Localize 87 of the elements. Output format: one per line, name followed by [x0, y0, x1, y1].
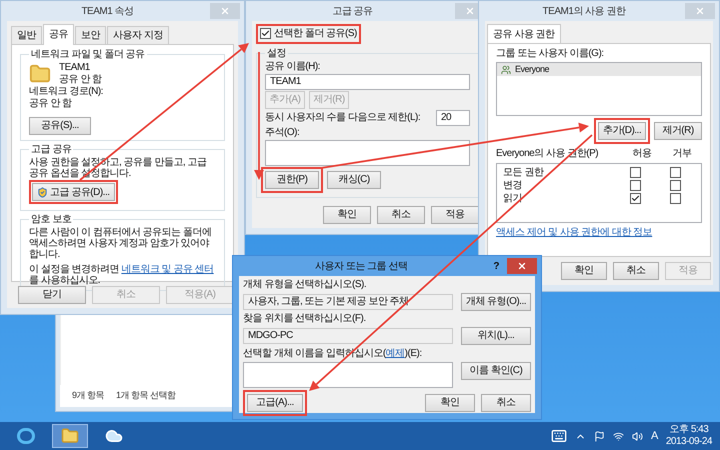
dialog-button[interactable]: 취소: [377, 206, 425, 224]
advanced-button[interactable]: 고급(A)...: [247, 394, 303, 412]
speaker-icon[interactable]: [632, 430, 643, 442]
column-header: 거부: [672, 147, 692, 161]
shield-icon: [37, 186, 48, 198]
advanced-sharing-button[interactable]: 고급 공유(D)...: [32, 183, 114, 201]
share-status: 공유 안 함: [59, 74, 102, 86]
close-icon: [465, 6, 475, 16]
permission-name: 모든 권한: [503, 166, 545, 180]
tab[interactable]: 공유 사용 권한: [487, 24, 561, 44]
checkbox[interactable]: [670, 180, 680, 191]
field-label: 동시 사용자의 수를 다음으로 제한(L):: [265, 112, 420, 124]
checkbox[interactable]: [630, 180, 640, 191]
dialog-button[interactable]: 적용: [431, 206, 479, 224]
tab[interactable]: 사용자 지정: [107, 26, 169, 44]
comment-field[interactable]: [265, 140, 470, 166]
list-button[interactable]: 제거(R): [654, 122, 702, 140]
field-label: 공유 이름(H):: [265, 61, 321, 73]
folder-icon: [61, 427, 79, 445]
dialog-button[interactable]: 확인: [561, 262, 607, 280]
object-names-field[interactable]: [243, 362, 453, 388]
path-value: 공유 안 함: [29, 98, 73, 110]
object-type-field: 사용자, 그룹, 또는 기본 제공 보안 주체: [243, 294, 453, 310]
network-center-link[interactable]: 네트워크 및 공유 센터: [121, 264, 214, 274]
group-heading: 암호 보호: [30, 212, 72, 226]
window-title: 사용자 또는 그룹 선택: [314, 260, 408, 274]
dialog-button[interactable]: 확인: [425, 394, 475, 412]
field-label: 개체 유형을 선택하십시오(S).: [243, 279, 368, 291]
browser-icon: [17, 428, 35, 444]
tab[interactable]: 공유: [43, 24, 74, 45]
group-heading: 설정: [266, 47, 287, 61]
description-text: 다른 사람이 이 컴퓨터에서 공유되는 폴더에 액세스하려면 사용자 계정과 암호가 있어야 합니다.: [29, 226, 212, 260]
check-names-button[interactable]: 이름 확인(C): [461, 362, 531, 380]
dialog-button[interactable]: 취소: [481, 394, 531, 412]
group-heading: 고급 공유: [30, 143, 72, 157]
clock[interactable]: 오후 5:43 2013-09-24: [666, 424, 712, 448]
dialog-button[interactable]: 닫기: [18, 286, 86, 304]
examples-link[interactable]: 예제: [386, 348, 405, 359]
checkbox[interactable]: [630, 167, 640, 178]
close-icon: [695, 6, 705, 16]
dialog-button[interactable]: 확인: [323, 206, 371, 224]
status-text: 1개 항목 선택함: [116, 389, 176, 402]
folder-icon: [29, 63, 51, 85]
close-button[interactable]: [507, 258, 537, 274]
window-title: TEAM1 속성: [80, 4, 135, 18]
field-label: 그룹 또는 사용자 이름(G):: [496, 48, 605, 60]
user-list-item[interactable]: Everyone: [497, 63, 701, 76]
permission-name: 변경: [503, 179, 523, 193]
checkbox[interactable]: [260, 28, 271, 39]
group-heading: 네트워크 파일 및 폴더 공유: [30, 48, 146, 62]
window-title: TEAM1의 사용 권한: [542, 4, 627, 18]
location-field: MDGO-PC: [243, 328, 453, 344]
check-icon: [261, 29, 270, 38]
users-icon: [501, 64, 511, 74]
window-title: 고급 공유: [331, 4, 374, 18]
cloud-icon: [105, 427, 123, 445]
tab[interactable]: 일반: [11, 26, 42, 44]
keyboard-icon[interactable]: [551, 428, 567, 444]
close-icon: [220, 6, 230, 16]
dialog-button[interactable]: 취소: [613, 262, 659, 280]
help-link[interactable]: 액세스 제어 및 사용 권한에 대한 정보: [496, 225, 702, 240]
close-icon: [517, 261, 527, 271]
column-header: 허용: [632, 147, 652, 161]
folder-name: TEAM1: [59, 62, 91, 74]
check-icon: [630, 194, 640, 203]
checkbox[interactable]: [630, 193, 640, 204]
help-button[interactable]: ?: [485, 258, 507, 274]
network-icon[interactable]: [613, 430, 624, 442]
description-text: 이 설정을 변경하려면 네트워크 및 공유 센터 를 사용하십시오.: [29, 264, 215, 286]
field-label: 찾을 위치를 선택하십시오(F).: [243, 313, 367, 325]
status-text: 9개 항목: [72, 389, 104, 402]
object-type-button[interactable]: 개체 유형(O)...: [461, 293, 531, 311]
checkbox[interactable]: [670, 193, 680, 204]
flag-icon[interactable]: [594, 430, 605, 442]
tab[interactable]: 보안: [75, 26, 106, 44]
share-button[interactable]: 공유(S)...: [29, 117, 91, 135]
input-mode[interactable]: A: [651, 428, 658, 444]
field-label: 네트워크 경로(N):: [29, 86, 104, 98]
share-name-field[interactable]: TEAM1: [265, 74, 470, 90]
permission-name: 읽기: [503, 192, 523, 206]
checkbox[interactable]: [670, 167, 680, 178]
option-button[interactable]: 캐싱(C): [327, 171, 381, 189]
user-limit-field[interactable]: 20: [436, 110, 470, 126]
option-button[interactable]: 권한(P): [265, 171, 319, 189]
field-label: 주석(O):: [265, 127, 300, 139]
list-button[interactable]: 추가(D)...: [598, 122, 646, 140]
location-button[interactable]: 위치(L)...: [461, 327, 531, 345]
